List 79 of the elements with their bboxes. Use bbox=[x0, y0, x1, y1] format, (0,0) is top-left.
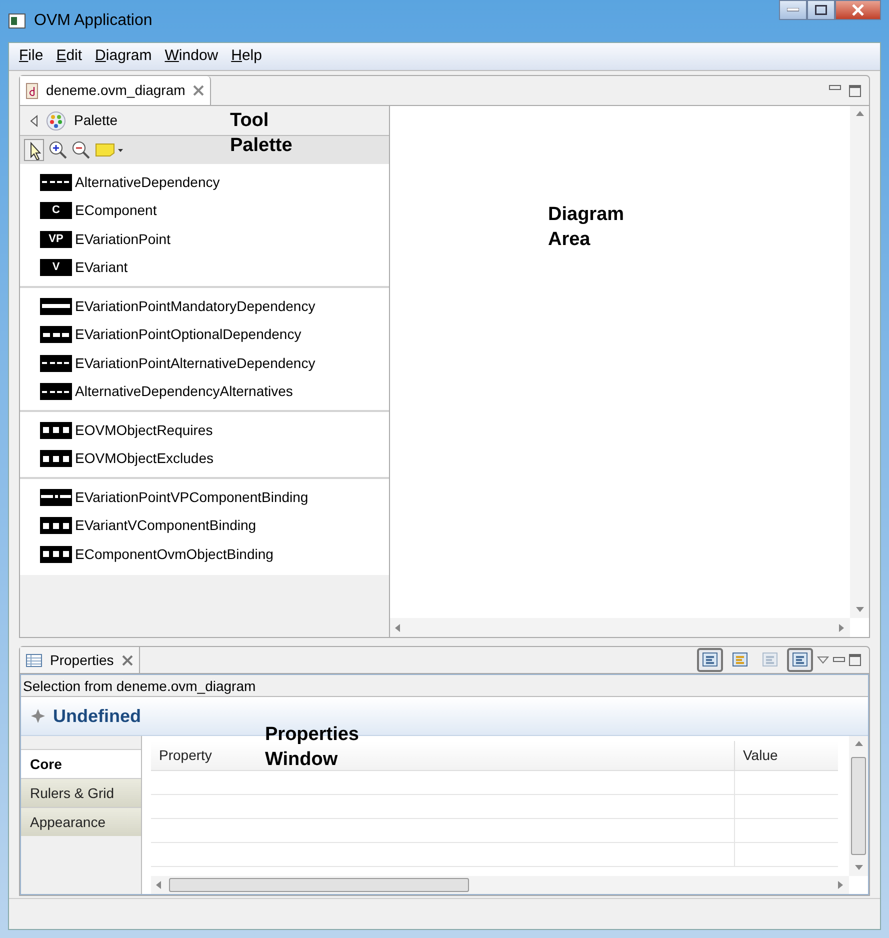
palette-item[interactable]: EOVMObjectRequires bbox=[20, 416, 389, 444]
note-icon[interactable] bbox=[95, 143, 123, 157]
vertical-scrollbar[interactable] bbox=[849, 736, 868, 876]
line-style-icon bbox=[40, 517, 72, 534]
palette-item[interactable]: EVariationPointAlternativeDependency bbox=[20, 349, 389, 378]
line-style-icon bbox=[40, 174, 72, 191]
column-header[interactable]: Property bbox=[159, 745, 212, 766]
file-icon bbox=[26, 82, 38, 98]
annotation-label: Diagram Area bbox=[548, 203, 626, 252]
palette-item[interactable]: EComponentOvmObjectBinding bbox=[20, 540, 389, 568]
properties-heading: Undefined bbox=[53, 704, 141, 728]
minimize-icon bbox=[787, 8, 799, 12]
palette-item[interactable]: VP EVariationPoint bbox=[20, 225, 389, 254]
scroll-down-icon[interactable] bbox=[856, 606, 864, 614]
collapse-arrow-icon[interactable] bbox=[30, 114, 38, 126]
maximize-button[interactable] bbox=[807, 0, 835, 20]
palette-item[interactable]: EVariationPointVPComponentBinding bbox=[20, 483, 389, 512]
property-tab[interactable]: Core bbox=[21, 749, 141, 778]
line-style-icon bbox=[40, 298, 72, 315]
table-icon bbox=[26, 654, 42, 666]
scroll-down-icon[interactable] bbox=[854, 864, 862, 872]
line-style-icon bbox=[40, 422, 72, 439]
menu-item[interactable]: File bbox=[19, 45, 44, 68]
maximize-icon[interactable] bbox=[849, 654, 861, 666]
horizontal-scrollbar[interactable] bbox=[151, 876, 849, 894]
close-icon[interactable] bbox=[193, 85, 204, 96]
scroll-left-icon[interactable] bbox=[394, 624, 402, 632]
maximize-icon bbox=[815, 5, 827, 15]
annotation-label: Tool Palette bbox=[230, 109, 294, 158]
view-menu-icon[interactable] bbox=[817, 656, 829, 664]
properties-tab[interactable]: Properties bbox=[20, 647, 140, 673]
palette-item[interactable]: V EVariant bbox=[20, 254, 389, 282]
horizontal-scrollbar[interactable] bbox=[390, 618, 850, 637]
close-icon[interactable] bbox=[122, 654, 133, 666]
line-style-icon: VP bbox=[40, 230, 72, 248]
palette-item[interactable]: C EComponent bbox=[20, 196, 389, 225]
close-icon bbox=[852, 4, 864, 16]
pointer-icon[interactable] bbox=[24, 139, 44, 161]
palette-item[interactable]: EOVMObjectExcludes bbox=[20, 444, 389, 473]
property-tab[interactable]: Appearance bbox=[21, 807, 141, 836]
close-button[interactable] bbox=[835, 0, 881, 20]
palette-item[interactable]: AlternativeDependency bbox=[20, 168, 389, 196]
annotation-label: Properties Window bbox=[265, 723, 360, 772]
menu-item[interactable]: Window bbox=[164, 45, 218, 68]
app-icon bbox=[8, 13, 26, 29]
palette-item[interactable]: AlternativeDependencyAlternatives bbox=[20, 378, 389, 406]
minimize-icon[interactable] bbox=[829, 84, 841, 90]
diamond-icon bbox=[31, 709, 45, 723]
line-style-icon bbox=[40, 546, 72, 563]
menu-item[interactable]: Edit bbox=[56, 45, 82, 68]
scroll-right-icon[interactable] bbox=[837, 881, 845, 889]
palette-item[interactable]: EVariantVComponentBinding bbox=[20, 512, 389, 540]
line-style-icon bbox=[40, 326, 72, 344]
zoom-out-icon[interactable] bbox=[72, 141, 90, 159]
window-title: OVM Application bbox=[34, 11, 152, 31]
line-style-icon bbox=[40, 488, 72, 506]
minimize-icon[interactable] bbox=[833, 657, 845, 663]
menu-item[interactable]: Diagram bbox=[95, 45, 152, 68]
line-style-icon: C bbox=[40, 202, 72, 220]
vertical-scrollbar[interactable] bbox=[850, 106, 869, 618]
palette-icon bbox=[46, 110, 66, 130]
scroll-right-icon[interactable] bbox=[838, 624, 846, 632]
line-style-icon bbox=[40, 383, 72, 400]
palette-title: Palette bbox=[74, 111, 118, 130]
minimize-button[interactable] bbox=[779, 0, 807, 20]
line-style-icon: V bbox=[40, 259, 72, 276]
maximize-icon[interactable] bbox=[849, 84, 861, 96]
line-style-icon bbox=[40, 450, 72, 468]
palette-item[interactable]: EVariationPointMandatoryDependency bbox=[20, 292, 389, 320]
palette-item[interactable]: EVariationPointOptionalDependency bbox=[20, 320, 389, 349]
scroll-left-icon[interactable] bbox=[155, 881, 163, 889]
column-header[interactable]: Value bbox=[743, 745, 778, 766]
property-tab[interactable]: Rulers & Grid bbox=[21, 778, 141, 807]
scroll-up-icon[interactable] bbox=[856, 110, 864, 118]
menu-item[interactable]: Help bbox=[231, 45, 262, 68]
zoom-in-icon[interactable] bbox=[49, 141, 67, 159]
line-style-icon bbox=[40, 354, 72, 372]
editor-tab[interactable]: deneme.ovm_diagram bbox=[20, 76, 212, 105]
scroll-up-icon[interactable] bbox=[854, 740, 862, 748]
